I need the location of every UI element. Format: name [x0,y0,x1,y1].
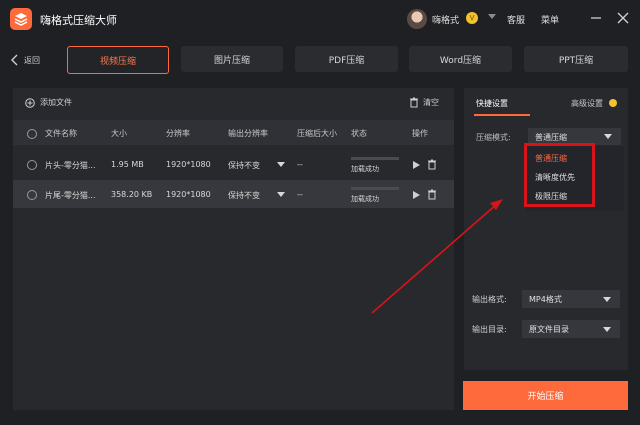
status-text: 加载成功 [351,195,379,203]
add-file-label: 添加文件 [40,98,72,107]
column-header: 输出分辨率 [228,129,268,138]
app-title: 嗨格式压缩大师 [40,14,117,27]
trash-icon [410,97,418,108]
output-format-label: 输出格式: [472,295,507,304]
back-button[interactable]: 返回 [11,53,40,67]
column-header: 分辨率 [166,129,190,138]
trash-icon[interactable] [427,159,437,170]
compress-mode-label: 压缩模式: [476,133,511,142]
compress-mode-value: 普通压缩 [535,133,567,142]
tab-ppt-compress[interactable]: PPT压缩 [524,46,628,72]
chevron-down-icon[interactable] [488,14,496,19]
chevron-left-icon [11,54,18,66]
tab-image-compress[interactable]: 图片压缩 [181,46,283,72]
select-all-checkbox[interactable] [27,129,37,139]
column-header: 操作 [412,129,428,138]
compressed-size: -- [297,190,303,199]
output-dir-value: 原文件目录 [529,325,569,334]
play-icon[interactable] [413,161,420,169]
vip-badge-icon: V [466,12,478,24]
tab-word-compress[interactable]: Word压缩 [409,46,512,72]
vip-badge-icon [609,99,617,107]
column-header: 文件名称 [45,129,77,138]
chevron-down-icon[interactable] [604,134,612,139]
file-resolution: 1920*1080 [166,190,211,199]
chevron-down-icon[interactable] [277,192,285,197]
plus-circle-icon [25,97,35,108]
output-dir-label: 输出目录: [472,325,507,334]
tab-pdf-compress[interactable]: PDF压缩 [295,46,398,72]
app-logo-icon [10,8,32,30]
add-file-button[interactable]: 添加文件 [25,97,72,108]
trash-icon[interactable] [427,189,437,200]
row-checkbox[interactable] [27,190,37,200]
file-resolution: 1920*1080 [166,160,211,169]
active-tab-indicator [474,114,530,116]
back-label: 返回 [24,55,40,65]
clear-button[interactable]: 清空 [409,97,439,108]
clear-label: 清空 [423,98,439,107]
chevron-down-icon[interactable] [603,297,611,302]
progress-bar [351,187,399,190]
output-resolution-select[interactable]: 保持不变 [228,160,260,171]
output-resolution-select[interactable]: 保持不变 [228,190,260,201]
column-header: 大小 [111,129,127,138]
customer-service-button[interactable]: 客服 [507,13,525,26]
output-format-value: MP4格式 [529,295,562,304]
username[interactable]: 嗨格式 [432,13,459,26]
play-icon[interactable] [413,191,420,199]
tab-video-compress[interactable]: 视频压缩 [67,46,169,74]
close-icon[interactable] [616,10,630,26]
column-header: 压缩后大小 [297,129,337,138]
start-compress-button[interactable]: 开始压缩 [463,381,628,410]
file-size: 358.20 KB [111,190,153,199]
compressed-size: -- [297,160,303,169]
progress-bar [351,157,399,160]
chevron-down-icon[interactable] [603,327,611,332]
minimize-icon[interactable] [590,10,602,26]
file-name: 片头-零分猫... [45,161,96,170]
chevron-down-icon[interactable] [277,162,285,167]
status-text: 加载成功 [351,165,379,173]
file-name: 片尾-零分猫... [45,191,96,200]
column-header: 状态 [351,129,367,138]
avatar[interactable] [407,9,427,29]
file-size: 1.95 MB [111,160,144,169]
row-checkbox[interactable] [27,160,37,170]
highlight-box [524,143,595,207]
menu-button[interactable]: 菜单 [541,13,559,26]
tab-quick-settings[interactable]: 快捷设置 [476,98,508,109]
tab-advanced-settings[interactable]: 高级设置 [571,98,603,109]
